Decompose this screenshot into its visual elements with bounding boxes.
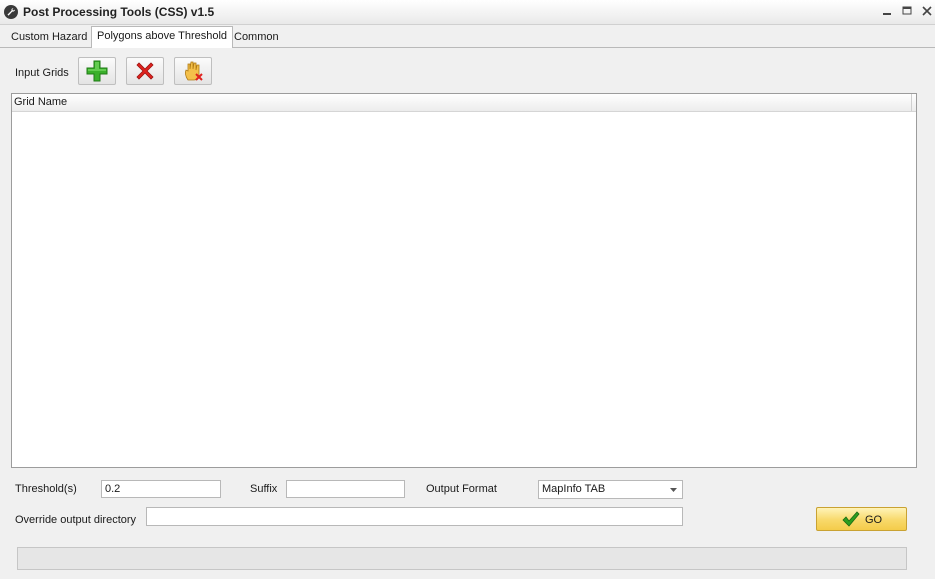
add-grid-button[interactable]: [78, 57, 116, 85]
go-label: GO: [865, 514, 883, 526]
clear-grids-button[interactable]: [174, 57, 212, 85]
override-directory-label: Override output directory: [15, 514, 137, 526]
plus-icon: [86, 60, 108, 82]
chevron-down-icon: [670, 488, 677, 492]
override-directory-input[interactable]: [146, 507, 683, 526]
suffix-input[interactable]: [286, 480, 405, 498]
threshold-input[interactable]: [101, 480, 221, 498]
remove-grid-button[interactable]: [126, 57, 164, 85]
minimize-icon[interactable]: [880, 4, 894, 18]
progress-bar: [17, 547, 907, 570]
tab-custom-hazard[interactable]: Custom Hazard: [6, 28, 92, 46]
go-button[interactable]: GO: [816, 507, 907, 531]
wrench-icon: [4, 5, 18, 19]
column-header-grid-name[interactable]: Grid Name: [14, 96, 67, 108]
table-header: Grid Name: [12, 94, 916, 112]
input-grids-table[interactable]: Grid Name: [11, 93, 917, 468]
close-icon[interactable]: [920, 4, 934, 18]
red-x-icon: [136, 62, 154, 80]
checkmark-icon: [842, 511, 860, 527]
output-format-select[interactable]: MapInfo TAB: [538, 480, 683, 499]
suffix-label: Suffix: [250, 483, 278, 495]
hand-clear-icon: [185, 61, 203, 81]
column-header-filler: [911, 94, 916, 111]
maximize-icon[interactable]: [900, 4, 914, 18]
title-bar[interactable]: Post Processing Tools (CSS) v1.5: [0, 0, 935, 25]
tab-common[interactable]: Common: [229, 28, 284, 46]
output-format-label: Output Format: [426, 483, 497, 495]
tab-polygons-above-threshold[interactable]: Polygons above Threshold: [91, 26, 234, 48]
output-format-value: MapInfo TAB: [542, 483, 606, 495]
input-grids-label: Input Grids: [15, 67, 69, 79]
threshold-label: Threshold(s): [15, 483, 77, 495]
tab-strip: Custom Hazard Polygons above Threshold C…: [0, 26, 935, 48]
window-title: Post Processing Tools (CSS) v1.5: [23, 5, 215, 19]
